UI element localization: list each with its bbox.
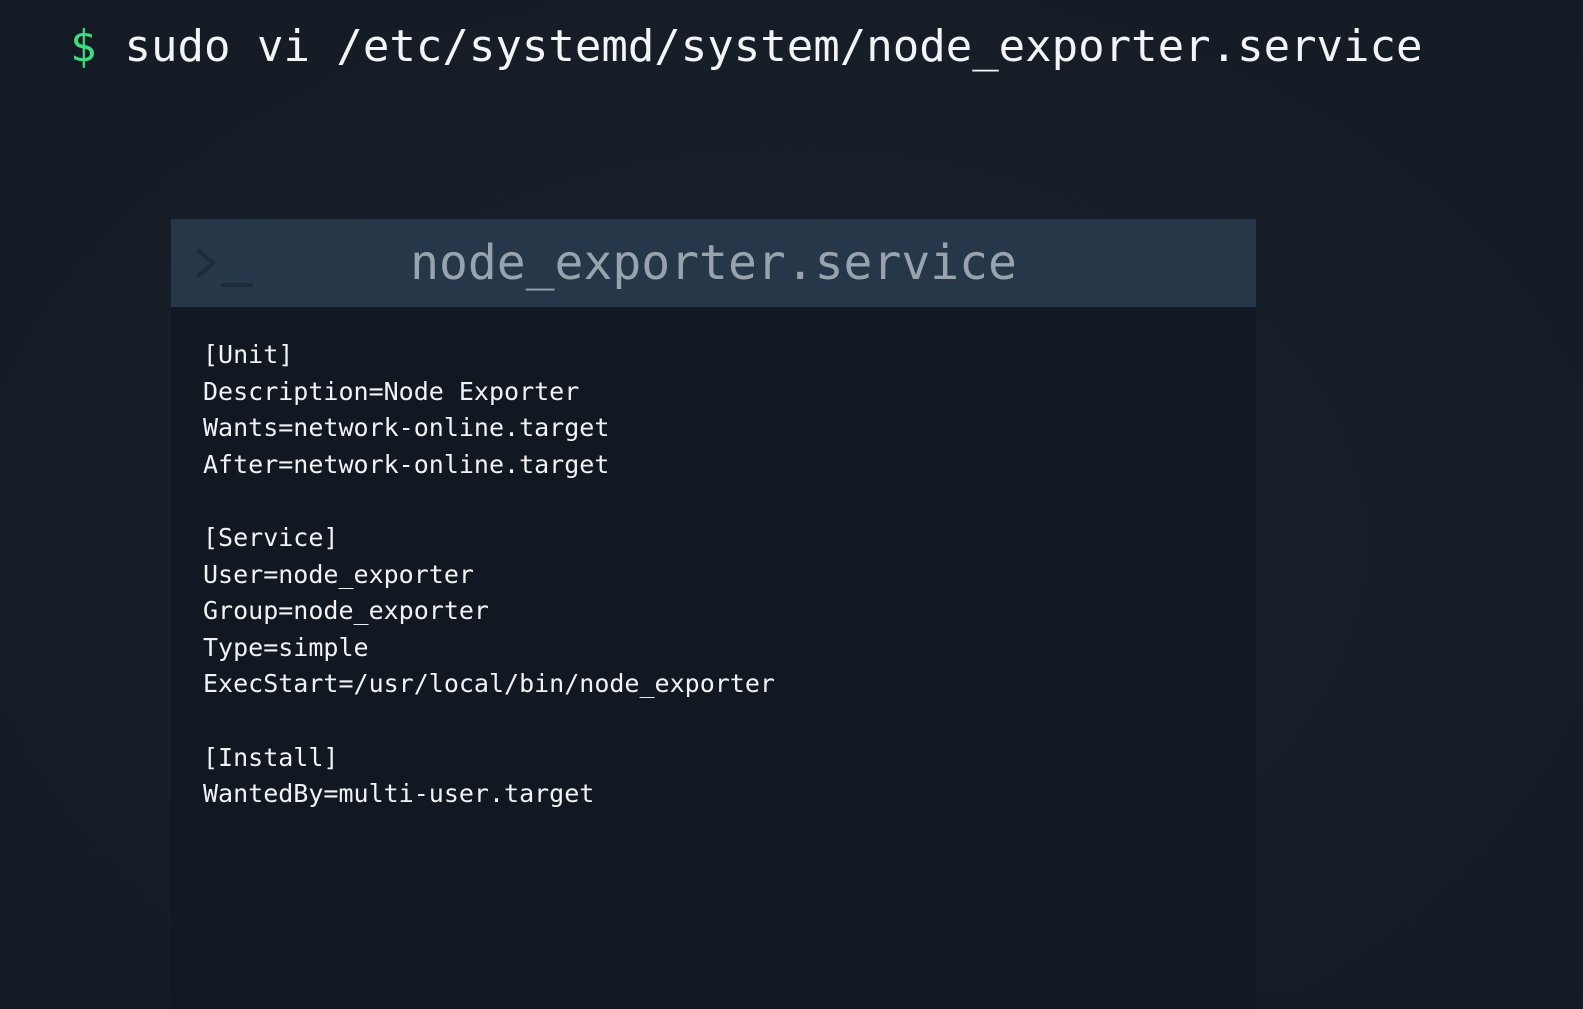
file-line: Wants=network-online.target (203, 413, 610, 443)
file-line: [Install] (203, 742, 339, 772)
file-line: Type=simple (203, 632, 369, 662)
file-panel: node_exporter.service [Unit] Description… (171, 219, 1256, 1009)
file-line: WantedBy=multi-user.target (203, 779, 595, 809)
file-line: [Unit] (203, 340, 294, 369)
file-line: Group=node_exporter (203, 596, 489, 626)
file-line: After=network-online.target (203, 449, 610, 479)
prompt-symbol: $ (70, 20, 97, 72)
file-line (203, 483, 1256, 520)
file-line: User=node_exporter (203, 559, 474, 589)
file-line (203, 703, 1256, 740)
command-line: $ sudo vi /etc/systemd/system/node_expor… (70, 14, 1423, 78)
file-content: [Unit] Description=Node Exporter Wants=n… (171, 307, 1256, 813)
command-text: sudo vi /etc/systemd/system/node_exporte… (124, 20, 1423, 72)
file-line: Description=Node Exporter (203, 376, 580, 406)
panel-title: node_exporter.service (410, 235, 1017, 291)
file-line: [Service] (203, 522, 339, 552)
panel-header: node_exporter.service (171, 219, 1256, 307)
file-line: ExecStart=/usr/local/bin/node_exporter (203, 669, 775, 699)
